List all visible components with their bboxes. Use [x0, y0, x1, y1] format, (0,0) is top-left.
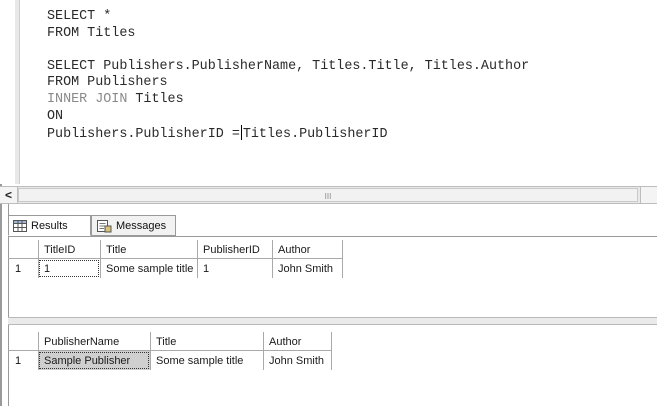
table-cell[interactable]: Sample Publisher — [38, 351, 150, 370]
table-cell[interactable]: John Smith — [272, 259, 342, 278]
sql-keyword-token: INNER JOIN — [47, 91, 128, 107]
sql-code-token: FROM Titles — [47, 25, 136, 41]
editor-selection-margin — [15, 0, 20, 184]
column-header[interactable]: TitleID — [38, 240, 100, 259]
table-cell[interactable]: Some sample title — [150, 351, 263, 370]
grid-header-row: TitleID Title PublisherID Author — [8, 240, 657, 259]
scrollbar-thumb[interactable]: III — [18, 188, 638, 202]
results-grid-titles[interactable]: TitleID Title PublisherID Author 1 1 Some samp… — [8, 238, 657, 316]
sql-code-token: FROM Publishers — [47, 75, 168, 91]
sql-code-token: Publishers.PublisherID = — [47, 127, 240, 143]
result-sets-splitter[interactable] — [8, 317, 657, 325]
sql-code-token: SELECT Publishers.PublisherName, Titles.… — [47, 58, 530, 74]
table-cell[interactable]: 1 — [197, 259, 272, 278]
grid-header-row: PublisherName Title Author — [8, 332, 657, 351]
sql-code-token: ON — [47, 108, 64, 124]
column-header[interactable]: Title — [100, 240, 197, 259]
column-header[interactable]: Author — [272, 240, 342, 259]
column-header[interactable]: Title — [150, 332, 263, 351]
code-line[interactable]: SELECT * — [47, 9, 529, 26]
sql-code-token: Titles.PublisherID — [242, 127, 388, 143]
tab-messages-label: Messages — [116, 219, 167, 232]
sql-code-token: Titles — [127, 91, 184, 107]
grid-results-icon — [13, 219, 27, 232]
editor-horizontal-scrollbar[interactable]: < III — [0, 186, 657, 204]
row-number[interactable]: 1 — [8, 259, 38, 278]
table-cell[interactable]: 1 — [38, 259, 100, 278]
column-end-border — [342, 240, 343, 259]
column-header[interactable]: PublisherID — [197, 240, 272, 259]
code-line[interactable]: FROM Titles — [47, 26, 529, 43]
tab-strip-divider — [8, 236, 657, 237]
table-row[interactable]: 1 Sample Publisher Some sample title John S… — [8, 351, 657, 370]
code-line[interactable]: SELECT Publishers.PublisherName, Titles.… — [47, 59, 529, 76]
row-number[interactable]: 1 — [8, 351, 38, 370]
tab-results[interactable]: Results — [8, 215, 91, 236]
code-line[interactable]: Publishers.PublisherID = Titles.Publisher… — [47, 125, 529, 142]
table-cell[interactable]: John Smith — [263, 351, 331, 370]
row-end-border — [342, 259, 343, 278]
code-line[interactable] — [47, 42, 529, 59]
chevron-left-icon: < — [4, 188, 12, 202]
column-end-border — [331, 332, 332, 351]
scrollbar-grip: III — [324, 192, 332, 201]
code-line[interactable]: FROM Publishers — [47, 75, 529, 92]
column-header[interactable]: PublisherName — [38, 332, 150, 351]
results-grid-publishers[interactable]: PublisherName Title Author 1 Sample Publishe… — [8, 330, 657, 406]
table-row[interactable]: 1 1 Some sample title 1 John Smith — [8, 259, 657, 278]
sql-code[interactable]: SELECT * FROM Titles SELECT Publishers.Pub… — [47, 9, 529, 142]
code-line[interactable]: INNER JOIN Titles — [47, 92, 529, 109]
tab-messages[interactable]: Messages — [91, 215, 176, 236]
messages-icon — [97, 219, 112, 232]
tab-results-label: Results — [31, 219, 68, 232]
row-end-border — [331, 351, 332, 370]
sql-query-editor[interactable]: SELECT * FROM Titles SELECT Publishers.Pub… — [0, 0, 657, 184]
code-line[interactable]: ON — [47, 109, 529, 126]
text-cursor — [240, 125, 242, 141]
sql-code-token: SELECT * — [47, 9, 112, 24]
column-header[interactable]: Author — [263, 332, 331, 351]
scroll-right-area[interactable] — [640, 187, 657, 203]
table-cell[interactable]: Some sample title — [100, 259, 197, 278]
scroll-left-button[interactable]: < — [0, 187, 18, 203]
